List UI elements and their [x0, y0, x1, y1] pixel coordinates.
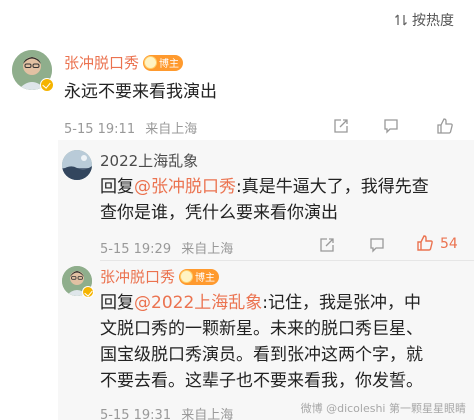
reply-time: 5-15 19:31: [100, 408, 172, 420]
reply-text-line: :真是牛逼大了，我得先查: [236, 177, 429, 197]
reply-text: 回复@张冲脱口秀:真是牛逼大了，我得先查 查你是谁，凭什么要来看你演出: [100, 174, 460, 226]
comment-time: 5-15 19:11: [64, 122, 136, 137]
sort-icon: [395, 14, 407, 26]
reply-text: 回复@2022上海乱象:记住，我是张冲，中 文脱口秀的一颗新星。未来的脱口秀巨星…: [100, 290, 470, 394]
like-icon[interactable]: [436, 117, 454, 135]
reply-text-line: 国宝级脱口秀演员。看到张冲这两个字，就: [100, 345, 423, 365]
reply-meta: 5-15 19:31 来自上海: [100, 404, 233, 420]
mention-link[interactable]: @张冲脱口秀: [134, 177, 236, 197]
comment-meta: 5-15 19:11 来自上海: [64, 118, 197, 137]
reply-time: 5-15 19:29: [100, 242, 172, 257]
blogger-badge: 博主: [143, 54, 184, 71]
badge-label: 博主: [195, 273, 216, 284]
badge-icon: [180, 270, 194, 283]
reply-location: 来自上海: [181, 408, 234, 420]
watermark: 微博 @dicoleshi 第一颗星星眼睛: [300, 402, 466, 415]
sort-label: 按热度: [412, 13, 454, 29]
avatar[interactable]: [62, 150, 92, 180]
reply-text-line: 不要去看。这辈子也不要来看我，你发誓。: [100, 371, 423, 391]
reply-username[interactable]: 2022上海乱象: [100, 150, 198, 171]
sort-by-hot-button[interactable]: 按热度: [394, 10, 454, 30]
reply-meta: 5-15 19:29 来自上海: [100, 238, 233, 257]
like-count: 54: [440, 236, 458, 252]
like-icon-active[interactable]: [416, 234, 434, 252]
comment-icon[interactable]: [368, 236, 386, 254]
username-text: 张冲脱口秀: [64, 54, 140, 72]
comment-page: 按热度 张冲脱口秀 博主 永远不要来看我演出 5-15 19:11 来自上海 2…: [0, 0, 474, 420]
verified-icon: [40, 78, 54, 92]
reply-prefix: 回复: [100, 293, 134, 313]
share-icon[interactable]: [318, 236, 336, 254]
mention-link[interactable]: @2022上海乱象: [134, 293, 262, 313]
badge-label: 博主: [159, 59, 180, 70]
reply-location: 来自上海: [181, 242, 234, 257]
reply-text-line: 文脱口秀的一颗新星。未来的脱口秀巨星、: [100, 319, 423, 339]
reply-username[interactable]: 张冲脱口秀 博主: [100, 266, 220, 287]
reply-text-line: :记住，我是张冲，中: [262, 293, 421, 313]
badge-icon: [144, 56, 158, 69]
comment-icon[interactable]: [382, 117, 400, 135]
reply-text-line: 查你是谁，凭什么要来看你演出: [100, 203, 338, 223]
user-avatar-image: [62, 150, 92, 180]
comment-text: 永远不要来看我演出: [64, 82, 217, 102]
verified-icon: [82, 286, 94, 298]
blogger-badge: 博主: [179, 268, 220, 285]
divider: [100, 260, 474, 261]
comment-username[interactable]: 张冲脱口秀 博主: [64, 52, 184, 73]
reply-prefix: 回复: [100, 177, 134, 197]
comment-location: 来自上海: [145, 122, 198, 137]
username-text: 张冲脱口秀: [100, 268, 176, 286]
share-icon[interactable]: [332, 117, 350, 135]
